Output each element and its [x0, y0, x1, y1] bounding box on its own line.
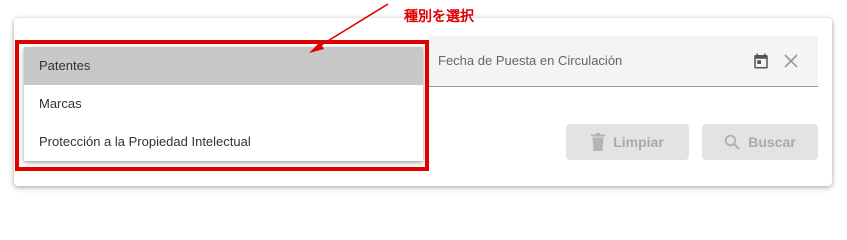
annotation-label: 種別を選択 [404, 8, 474, 24]
annotation-arrow [309, 3, 389, 53]
